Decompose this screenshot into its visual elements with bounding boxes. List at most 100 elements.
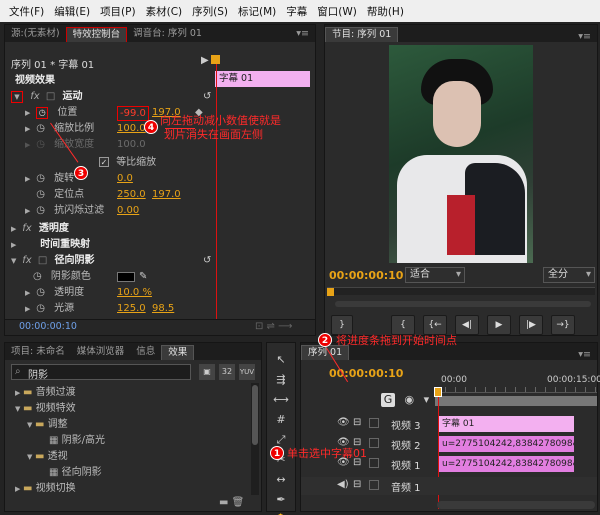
light-source-stopwatch-icon[interactable]: ◷ bbox=[36, 303, 45, 314]
timeline-ruler[interactable] bbox=[435, 387, 597, 393]
expand-position-icon[interactable]: ▶ bbox=[25, 105, 33, 121]
track-select-tool-icon[interactable]: ⇶ bbox=[272, 371, 290, 389]
track-video3-lock-icon[interactable] bbox=[369, 418, 379, 428]
tree-item-radial-shadow[interactable]: ▦ 径向阴影 bbox=[49, 465, 102, 481]
expand-light-source-icon[interactable]: ▶ bbox=[25, 301, 33, 317]
uniform-scale-checkbox[interactable]: ✓ bbox=[99, 157, 109, 167]
shadow-color-stopwatch-icon[interactable]: ◷ bbox=[33, 271, 42, 282]
tab-source[interactable]: 源:(无素材) bbox=[5, 27, 66, 42]
yuv-icon[interactable]: YUV bbox=[239, 364, 255, 380]
step-back-button[interactable]: ◀| bbox=[455, 315, 479, 335]
track-video3-sync-icon[interactable]: ⊟ bbox=[353, 417, 361, 428]
goto-out-button[interactable]: →} bbox=[551, 315, 575, 335]
tree-item-perspective[interactable]: ▼ ▬ 透视 bbox=[27, 449, 68, 465]
hand-tool-icon[interactable]: ✋ bbox=[272, 511, 290, 515]
reset-motion-icon[interactable]: ↺ bbox=[203, 89, 211, 105]
timeline-playhead-handle[interactable] bbox=[434, 387, 442, 397]
effects-scrollbar[interactable] bbox=[251, 383, 259, 495]
program-zoom-bar[interactable] bbox=[335, 301, 591, 307]
tree-item-video-effects[interactable]: ▼ ▬ 视频特效 bbox=[15, 401, 76, 417]
accelerated-icon[interactable]: ▣ bbox=[199, 364, 215, 380]
transparency-stopwatch-icon[interactable]: ◷ bbox=[36, 287, 45, 298]
scale-value[interactable]: 100.0 bbox=[117, 121, 146, 137]
rolling-edit-tool-icon[interactable]: # bbox=[272, 411, 290, 429]
menu-title[interactable]: 字幕 bbox=[281, 4, 312, 19]
light-x-value[interactable]: 125.0 bbox=[117, 301, 146, 317]
32bit-icon[interactable]: 32 bbox=[219, 364, 235, 380]
nav-arrow-icon[interactable]: ▶ bbox=[201, 55, 209, 66]
menu-file[interactable]: 文件(F) bbox=[4, 4, 49, 19]
expand-transparency-icon[interactable]: ▶ bbox=[25, 285, 33, 301]
antiflicker-stopwatch-icon[interactable]: ◷ bbox=[36, 205, 45, 216]
mark-in-button[interactable]: { bbox=[391, 315, 415, 335]
expand-motion-icon[interactable]: ▼ bbox=[11, 91, 23, 103]
track-audio1-sync-icon[interactable]: ⊟ bbox=[353, 479, 361, 490]
ec-playhead-marker[interactable] bbox=[211, 55, 220, 64]
track-video3-eye-icon[interactable]: 👁 bbox=[337, 417, 350, 428]
track-audio1-speaker-icon[interactable]: ◀) bbox=[337, 479, 349, 490]
rotation-value[interactable]: 0.0 bbox=[117, 171, 133, 187]
expand-opacity-icon[interactable]: ▶ bbox=[11, 221, 19, 237]
motion-toggle-icon[interactable]: □ bbox=[46, 91, 55, 102]
tab-project[interactable]: 项目: 未命名 bbox=[5, 345, 71, 360]
marker-icon[interactable]: ◉ bbox=[405, 393, 415, 406]
menu-clip[interactable]: 素材(C) bbox=[141, 4, 188, 19]
panel-menu-icon[interactable]: ▾≡ bbox=[290, 27, 315, 42]
menu-project[interactable]: 项目(P) bbox=[95, 4, 141, 19]
resolution-dropdown[interactable]: 全分 ▾ bbox=[543, 267, 595, 283]
effects-footer-icons[interactable]: ▬ 🗑 bbox=[219, 497, 244, 508]
tab-info[interactable]: 信息 bbox=[130, 345, 161, 360]
tab-program[interactable]: 节目: 序列 01 bbox=[325, 27, 399, 42]
search-filter-icons[interactable]: ▣ 32 YUV bbox=[199, 364, 255, 380]
menu-edit[interactable]: 编辑(E) bbox=[49, 4, 95, 19]
track-video1-lock-icon[interactable] bbox=[369, 458, 379, 468]
expand-time-remap-icon[interactable]: ▶ bbox=[11, 237, 19, 253]
position-stopwatch-icon[interactable]: ◷ bbox=[36, 107, 49, 119]
expand-rotation-icon[interactable]: ▶ bbox=[25, 171, 33, 187]
tab-effects[interactable]: 效果 bbox=[161, 345, 195, 360]
anchor-y-value[interactable]: 197.0 bbox=[152, 187, 181, 203]
snap-icon[interactable]: G bbox=[381, 393, 395, 407]
menu-sequence[interactable]: 序列(S) bbox=[187, 4, 233, 19]
timeline-hscroll[interactable] bbox=[437, 501, 595, 509]
eyedropper-icon[interactable]: ✎ bbox=[139, 269, 147, 285]
rotation-stopwatch-icon[interactable]: ◷ bbox=[36, 173, 45, 184]
work-area-bar[interactable] bbox=[435, 396, 597, 406]
clip-image-v1[interactable]: u=2775104242,8384278098&fm=26 bbox=[439, 456, 574, 472]
mark-out-button[interactable]: } bbox=[331, 315, 353, 335]
anchor-stopwatch-icon[interactable]: ◷ bbox=[36, 189, 45, 200]
program-playhead-icon[interactable] bbox=[327, 288, 334, 296]
add-marker-icon[interactable]: ▾ bbox=[424, 393, 430, 406]
antiflicker-value[interactable]: 0.00 bbox=[117, 203, 139, 219]
reset-radial-icon[interactable]: ↺ bbox=[203, 253, 211, 269]
radial-toggle-icon[interactable]: □ bbox=[38, 255, 47, 266]
transparency-value[interactable]: 10.0 % bbox=[117, 285, 152, 301]
step-forward-button[interactable]: |▶ bbox=[519, 315, 543, 335]
tree-item-shadow-highlight[interactable]: ▦ 阴影/高光 bbox=[49, 433, 105, 449]
expand-scale-icon[interactable]: ▶ bbox=[25, 121, 33, 137]
position-x-value[interactable]: -99.0 bbox=[117, 106, 149, 121]
clip-image-v2[interactable]: u=2775104242,8384278098&fm=26 bbox=[439, 436, 574, 452]
effects-search-field[interactable]: ⌕ 阴影 bbox=[11, 364, 191, 381]
selection-tool-icon[interactable]: ↖ bbox=[272, 351, 290, 369]
goto-in-button[interactable]: {← bbox=[423, 315, 447, 335]
tree-item-video-transitions[interactable]: ▶ ▬ 视频切换 bbox=[15, 481, 76, 497]
tab-audio-mixer[interactable]: 调音台: 序列 01 bbox=[127, 27, 208, 42]
clip-title-01[interactable]: 字幕 01 bbox=[439, 416, 574, 432]
program-scrubber[interactable] bbox=[327, 287, 595, 296]
menu-marker[interactable]: 标记(M) bbox=[233, 4, 281, 19]
tab-effect-controls[interactable]: 特效控制台 bbox=[65, 27, 128, 42]
effects-scroll-thumb[interactable] bbox=[252, 385, 258, 445]
track-video2-lock-icon[interactable] bbox=[369, 438, 379, 448]
menu-window[interactable]: 窗口(W) bbox=[312, 4, 362, 19]
anchor-x-value[interactable]: 250.0 bbox=[117, 187, 146, 203]
tab-media-browser[interactable]: 媒体浏览器 bbox=[71, 345, 131, 360]
fit-dropdown[interactable]: 适合 ▾ bbox=[405, 267, 465, 283]
tree-item-audio-transitions[interactable]: ▶ ▬ 音频过渡 bbox=[15, 385, 76, 401]
track-audio1-lock-icon[interactable] bbox=[369, 480, 379, 490]
ec-footer-icons[interactable]: ⊡ ⇌ ⟶ bbox=[255, 321, 292, 332]
ripple-edit-tool-icon[interactable]: ⟷ bbox=[272, 391, 290, 409]
expand-radial-shadow-icon[interactable]: ▼ bbox=[11, 253, 19, 269]
play-button[interactable]: ▶ bbox=[487, 315, 511, 335]
tree-item-adjust[interactable]: ▼ ▬ 调整 bbox=[27, 417, 68, 433]
